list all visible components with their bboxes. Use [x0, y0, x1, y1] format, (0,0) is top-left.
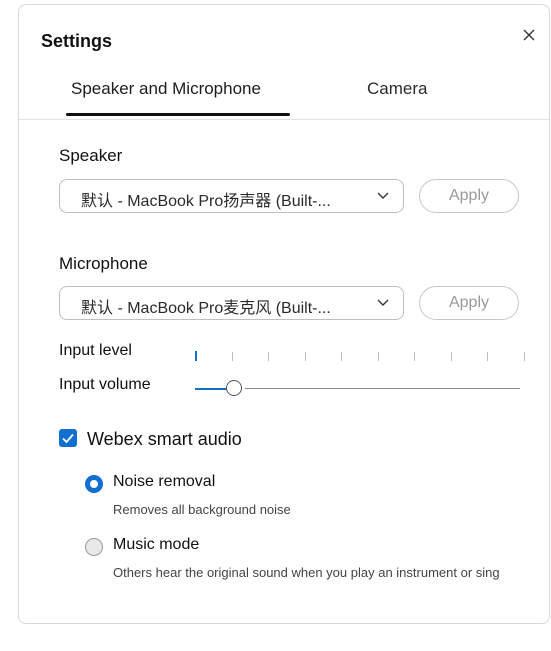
slider-handle[interactable]: [226, 380, 242, 396]
dialog-title: Settings: [41, 31, 113, 51]
level-tick: [195, 351, 197, 361]
checkmark-icon: [62, 433, 74, 444]
level-tick: [377, 352, 379, 361]
input-level-label: Input level: [59, 342, 132, 359]
level-tick: [414, 352, 415, 361]
slider-track: [245, 388, 520, 389]
noise-removal-label: Noise removal: [113, 473, 216, 490]
speaker-label: Speaker: [59, 146, 123, 165]
input-volume-label: Input volume: [59, 376, 151, 393]
webex-smart-audio-checkbox[interactable]: [59, 429, 77, 447]
level-tick: [450, 352, 452, 361]
settings-dialog: Settings Speaker and Microphone Camera S…: [18, 4, 550, 624]
level-tick: [231, 352, 233, 361]
level-tick: [487, 352, 488, 361]
speaker-select-value: 默认 - MacBook Pro扬声器 (Built-...: [81, 193, 331, 210]
tab-camera[interactable]: Camera: [367, 79, 427, 99]
active-tab-indicator: [66, 113, 290, 116]
music-mode-description: Others hear the original sound when you …: [113, 565, 500, 580]
tab-bar: Speaker and Microphone Camera: [19, 75, 549, 120]
music-mode-label: Music mode: [113, 536, 200, 553]
tab-speaker-and-microphone[interactable]: Speaker and Microphone: [71, 79, 261, 99]
input-level-meter: [195, 350, 525, 364]
close-icon[interactable]: [521, 27, 537, 43]
webex-smart-audio-label: Webex smart audio: [87, 429, 242, 449]
noise-removal-description: Removes all background noise: [113, 502, 291, 517]
music-mode-radio[interactable]: [85, 538, 103, 556]
speaker-apply-button[interactable]: Apply: [419, 179, 519, 213]
microphone-select[interactable]: 默认 - MacBook Pro麦克风 (Built-...: [59, 286, 404, 320]
level-tick: [268, 352, 269, 361]
microphone-label: Microphone: [59, 254, 148, 273]
speaker-select[interactable]: 默认 - MacBook Pro扬声器 (Built-...: [59, 179, 404, 213]
input-volume-slider[interactable]: [195, 379, 520, 399]
noise-removal-radio[interactable]: [85, 475, 103, 493]
slider-fill: [195, 388, 228, 390]
chevron-down-icon: [377, 192, 389, 199]
microphone-apply-button[interactable]: Apply: [419, 286, 519, 320]
microphone-select-value: 默认 - MacBook Pro麦克风 (Built-...: [81, 300, 331, 317]
level-tick: [341, 352, 342, 361]
level-tick: [304, 352, 306, 361]
chevron-down-icon: [377, 299, 389, 306]
level-tick: [523, 352, 525, 361]
